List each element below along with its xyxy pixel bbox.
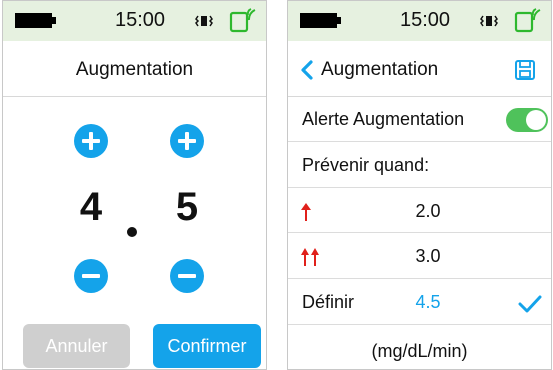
define-row[interactable]: Définir 4.5 — [288, 279, 551, 325]
battery-icon — [300, 13, 341, 28]
threshold-value-2: 3.0 — [415, 246, 441, 266]
unit-label: (mg/dL/min) — [371, 341, 468, 361]
back-chevron-icon[interactable] — [300, 60, 314, 80]
battery-icon — [15, 13, 56, 28]
augmentation-edit-screen: 15:00 Augmentation 4 5 Annuler Confirmer — [2, 0, 267, 370]
warn-label: Prévenir quand: — [302, 155, 430, 175]
define-value[interactable]: 4.5 — [388, 292, 468, 313]
augmentation-settings-screen: 15:00 Augmentation Alerte Augmentation P… — [287, 0, 552, 370]
threshold-row-1[interactable]: 2.0 — [288, 188, 551, 233]
threshold-row-2[interactable]: 3.0 — [288, 233, 551, 279]
signal-icon — [229, 8, 256, 33]
status-time: 15:00 — [115, 9, 166, 31]
decimal-point — [127, 227, 137, 237]
status-bar: 15:00 — [288, 1, 551, 41]
save-icon[interactable] — [514, 59, 536, 81]
alert-toggle[interactable] — [506, 108, 548, 132]
checkmark-icon[interactable] — [518, 295, 542, 313]
status-time: 15:00 — [400, 9, 451, 31]
cancel-button[interactable]: Annuler — [23, 324, 130, 368]
alert-label: Alerte Augmentation — [302, 109, 465, 129]
arrow-up-icon — [301, 203, 311, 221]
decimal-digit: 5 — [175, 185, 199, 229]
signal-icon — [514, 8, 541, 33]
threshold-value-1: 2.0 — [415, 201, 441, 221]
decrement-tens-button[interactable] — [74, 259, 108, 293]
header: Augmentation — [3, 41, 266, 97]
vibrate-icon — [480, 15, 498, 27]
confirm-button[interactable]: Confirmer — [153, 324, 261, 368]
decrement-decimal-button[interactable] — [170, 259, 204, 293]
integer-digit: 4 — [79, 185, 103, 229]
status-bar: 15:00 — [3, 1, 266, 41]
alert-toggle-row: Alerte Augmentation — [288, 98, 551, 142]
increment-decimal-button[interactable] — [170, 124, 204, 158]
minus-icon — [82, 274, 100, 278]
minus-icon — [178, 274, 196, 278]
warn-when-row: Prévenir quand: — [288, 142, 551, 188]
vibrate-icon — [195, 15, 213, 27]
header: Augmentation — [288, 41, 551, 97]
define-label: Définir — [302, 292, 355, 312]
page-title: Augmentation — [75, 59, 194, 80]
increment-tens-button[interactable] — [74, 124, 108, 158]
page-title: Augmentation — [321, 59, 439, 80]
double-arrow-up-icon — [301, 248, 319, 266]
